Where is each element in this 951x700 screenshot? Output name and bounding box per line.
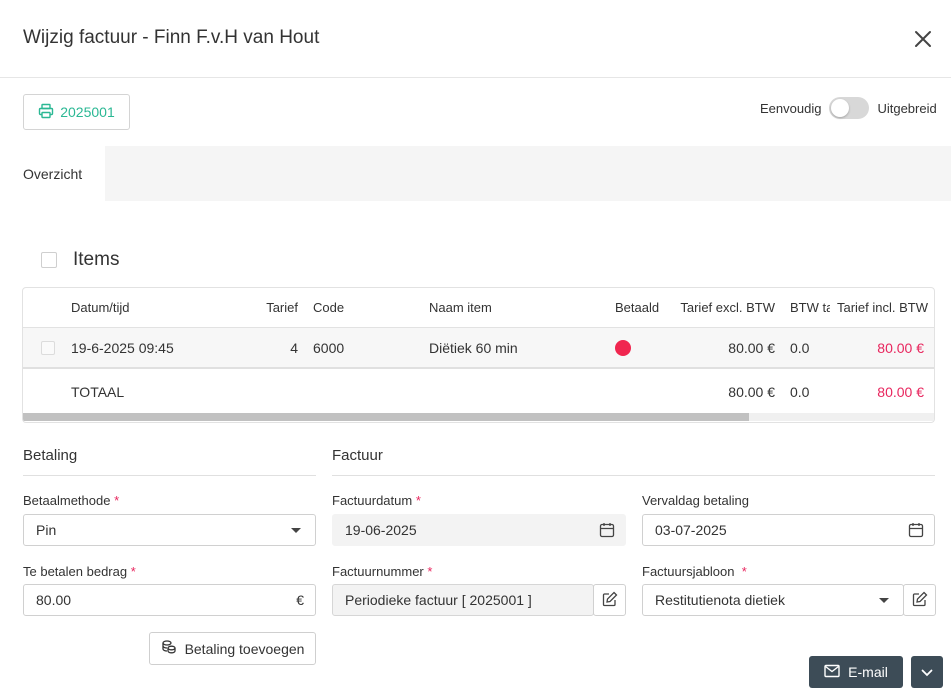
envelope-icon <box>824 664 840 681</box>
row-vat: 0.0 <box>790 339 810 356</box>
unpaid-status-dot <box>615 339 631 356</box>
printer-icon <box>38 103 54 122</box>
edit-icon <box>602 591 618 610</box>
invoice-number-label: Factuurnummer * <box>332 564 433 579</box>
total-incl-vat: 80.00 € <box>877 383 924 400</box>
invoice-template-value: Restitutienota dietiek <box>655 592 785 608</box>
row-excl-vat: 80.00 € <box>728 339 775 356</box>
scrollbar-thumb[interactable] <box>23 413 749 421</box>
payment-method-value: Pin <box>36 522 57 538</box>
col-paid[interactable]: Betaald <box>615 288 675 327</box>
row-paid-cell <box>615 328 655 367</box>
add-payment-button[interactable]: Betaling toevoegen <box>149 632 316 665</box>
table-header-row: Datum/tijd Tarief Code Naam item Betaald… <box>23 288 934 328</box>
email-options-dropdown[interactable] <box>911 656 943 688</box>
modal-header: Wijzig factuur - Finn F.v.H van Hout <box>0 0 951 78</box>
table-row[interactable]: 19-6-2025 09:45 4 6000 Diëtiek 60 min 80… <box>23 328 934 369</box>
col-vat[interactable]: BTW ta <box>790 288 830 327</box>
table-total-row: TOTAAL 80.00 € 0.0 80.00 € <box>23 371 934 412</box>
payment-divider <box>23 475 316 476</box>
due-date-label: Vervaldag betaling <box>642 493 749 508</box>
col-tariff[interactable]: Tarief <box>251 288 298 327</box>
amount-value: 80.00 <box>36 592 72 608</box>
due-date-input[interactable]: 03-07-2025 <box>642 514 935 546</box>
due-date-value: 03-07-2025 <box>655 522 727 538</box>
row-checkbox[interactable] <box>41 340 55 355</box>
chevron-down-icon <box>291 528 301 533</box>
toggle-knob <box>831 99 850 117</box>
col-name[interactable]: Naam item <box>429 288 599 327</box>
table-horizontal-scrollbar[interactable] <box>23 413 934 421</box>
close-icon[interactable] <box>910 26 936 52</box>
amount-input[interactable]: 80.00 € <box>23 584 316 616</box>
col-code[interactable]: Code <box>313 288 423 327</box>
invoice-number-input[interactable]: Periodieke factuur [ 2025001 ] <box>332 584 594 616</box>
col-incl-vat[interactable]: Tarief incl. BTW <box>829 288 928 327</box>
items-title: Items <box>73 249 120 270</box>
row-name: Diëtiek 60 min <box>429 339 518 356</box>
payment-section-title: Betaling <box>23 447 78 464</box>
calendar-icon[interactable] <box>908 522 924 538</box>
total-excl-vat: 80.00 € <box>728 383 775 400</box>
total-vat: 0.0 <box>790 383 810 400</box>
modal-title: Wijzig factuur - Finn F.v.H van Hout <box>23 27 320 48</box>
col-excl-vat[interactable]: Tarief excl. BTW <box>671 288 775 327</box>
coins-icon <box>161 639 177 658</box>
invoice-date-label: Factuurdatum * <box>332 493 421 508</box>
row-code: 6000 <box>313 339 345 356</box>
amount-label: Te betalen bedrag * <box>23 564 136 579</box>
invoice-date-input[interactable]: 19-06-2025 <box>332 514 626 546</box>
calendar-icon[interactable] <box>599 522 615 538</box>
row-checkbox-cell <box>41 328 61 367</box>
payment-method-select[interactable]: Pin <box>23 514 316 546</box>
invoice-date-value: 19-06-2025 <box>345 522 417 538</box>
chevron-down-icon <box>879 598 889 603</box>
email-label: E-mail <box>848 664 888 680</box>
mode-extended-label: Uitgebreid <box>877 100 937 116</box>
invoice-section-title: Factuur <box>332 447 383 464</box>
email-button[interactable]: E-mail <box>809 656 903 688</box>
chevron-down-icon <box>921 664 933 680</box>
payment-method-label: Betaalmethode * <box>23 493 120 508</box>
row-tariff: 4 <box>290 339 298 356</box>
add-payment-label: Betaling toevoegen <box>184 640 305 657</box>
items-select-all-checkbox[interactable] <box>41 252 57 268</box>
row-datetime: 19-6-2025 09:45 <box>71 339 174 356</box>
print-invoice-label: 2025001 <box>60 104 115 120</box>
overview-panel <box>105 146 951 201</box>
mode-simple-label: Eenvoudig <box>760 100 822 116</box>
invoice-number-value: Periodieke factuur [ 2025001 ] <box>345 592 532 608</box>
edit-invoice-template-button[interactable] <box>903 584 936 616</box>
row-incl-vat: 80.00 € <box>877 339 924 356</box>
items-table: Datum/tijd Tarief Code Naam item Betaald… <box>22 287 935 423</box>
print-invoice-button[interactable]: 2025001 <box>23 94 130 130</box>
total-label: TOTAAL <box>71 383 125 400</box>
invoice-template-label: Factuursjabloon * <box>642 564 747 579</box>
invoice-divider <box>332 475 935 476</box>
mode-toggle-switch[interactable] <box>829 97 870 119</box>
edit-invoice-number-button[interactable] <box>593 584 626 616</box>
edit-icon <box>912 591 928 610</box>
invoice-template-select[interactable]: Restitutienota dietiek <box>642 584 904 616</box>
currency-symbol: € <box>296 592 304 608</box>
mode-toggle-group: Eenvoudig Uitgebreid <box>760 97 937 119</box>
col-datetime[interactable]: Datum/tijd <box>71 288 251 327</box>
overview-label: Overzicht <box>23 166 83 182</box>
